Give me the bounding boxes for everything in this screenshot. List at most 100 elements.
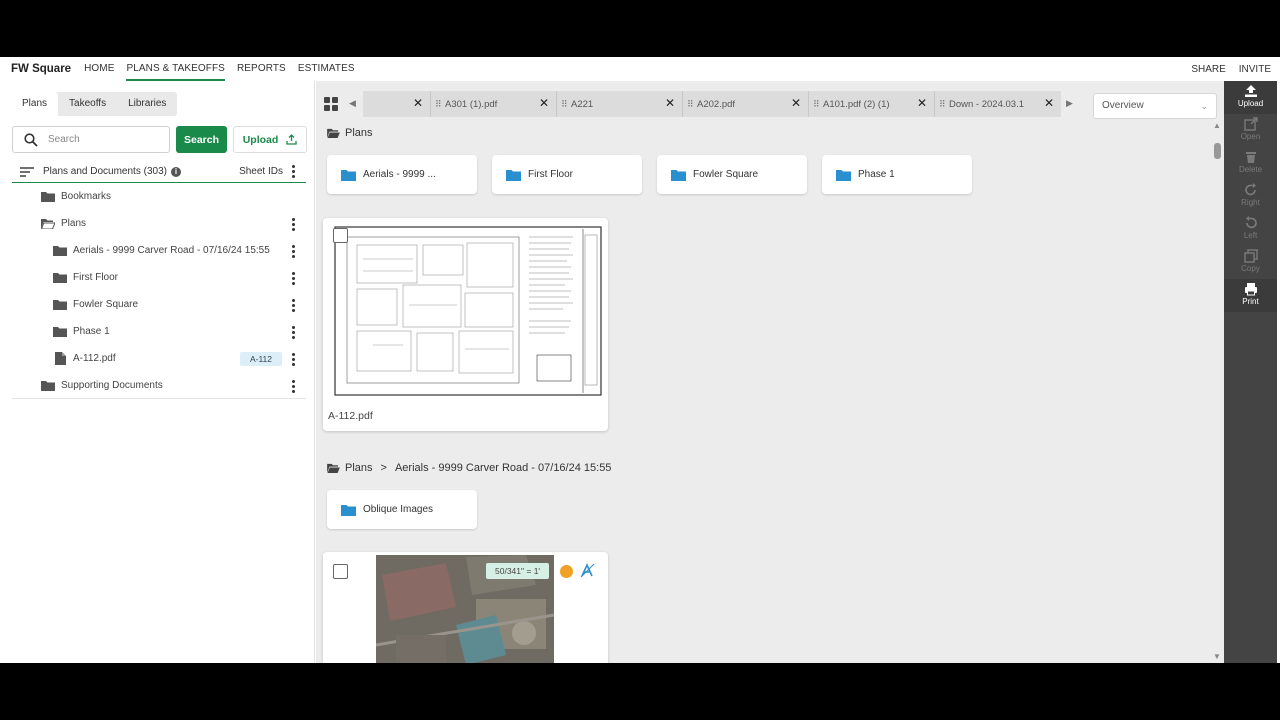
folder-card[interactable]: Phase 1 — [822, 155, 972, 194]
scroll-thumb[interactable] — [1214, 143, 1221, 159]
breadcrumb-item[interactable]: Aerials - 9999 Carver Road - 07/16/24 15… — [395, 462, 611, 474]
folder-card[interactable]: Aerials - 9999 ... — [327, 155, 477, 194]
search-input[interactable] — [48, 134, 158, 145]
scroll-up-icon[interactable]: ▲ — [1213, 121, 1221, 130]
drag-handle-icon[interactable]: ⠿ — [939, 99, 946, 110]
toolbar-rotate-left[interactable]: Left — [1224, 213, 1277, 246]
tab-plans[interactable]: Plans — [11, 92, 59, 116]
app: FW Square HOME PLANS & TAKEOFFS REPORTS … — [0, 57, 1280, 663]
sheet-ids-toggle[interactable]: Sheet IDs — [239, 166, 283, 177]
folder-card[interactable]: First Floor — [492, 155, 642, 194]
plan-card[interactable]: 50/341" = 1' — [323, 552, 608, 663]
document-tab[interactable]: ⠿ A202.pdf ✕ — [683, 91, 809, 117]
more-icon[interactable] — [292, 326, 295, 339]
document-tabs: ✕ ⠿ A301 (1).pdf ✕ ⠿ A221 ✕ ⠿ A202.pdf ✕ — [363, 91, 1061, 117]
tree-item-first-floor[interactable]: First Floor — [12, 264, 306, 291]
toolbar-rotate-right[interactable]: Right — [1224, 180, 1277, 213]
nav-home[interactable]: HOME — [84, 57, 114, 81]
close-icon[interactable]: ✕ — [917, 97, 927, 109]
close-icon[interactable]: ✕ — [1044, 97, 1054, 109]
nav-estimates[interactable]: ESTIMATES — [298, 57, 355, 81]
tree-item-label: Bookmarks — [61, 191, 112, 202]
folder-card[interactable]: Oblique Images — [327, 490, 477, 529]
brand-logo[interactable]: FW Square — [11, 63, 71, 75]
sort-icon[interactable] — [20, 166, 34, 177]
tab-label: A101.pdf (2) (1) — [823, 98, 890, 110]
document-tab[interactable]: ✕ — [363, 91, 431, 117]
plan-select-checkbox[interactable] — [333, 228, 348, 243]
tabs-scroll-right-icon[interactable]: ▶ — [1066, 98, 1073, 109]
folder-icon — [53, 300, 67, 310]
more-icon[interactable] — [292, 353, 295, 366]
tree-item-phase-1[interactable]: Phase 1 — [12, 318, 306, 345]
breadcrumb-item[interactable]: Plans — [345, 462, 373, 474]
folder-icon — [341, 504, 356, 516]
tab-libraries[interactable]: Libraries — [117, 92, 177, 116]
drag-handle-icon[interactable]: ⠿ — [687, 99, 694, 110]
plan-thumbnail — [334, 226, 602, 396]
more-icon[interactable] — [292, 380, 295, 393]
toolbar-upload[interactable]: Upload — [1224, 81, 1277, 114]
share-link[interactable]: SHARE — [1191, 64, 1225, 75]
more-icon[interactable] — [292, 245, 295, 258]
toolbar-label: Upload — [1237, 99, 1264, 108]
main-area: ◀ ✕ ⠿ A301 (1).pdf ✕ ⠿ A221 ✕ ⠿ A202.pdf… — [316, 81, 1224, 663]
folder-card-label: Phase 1 — [858, 169, 895, 180]
tree-item-bookmarks[interactable]: Bookmarks — [12, 183, 306, 210]
more-icon[interactable] — [292, 165, 295, 178]
scale-tool-icon[interactable] — [580, 563, 595, 578]
nav-plans-takeoffs[interactable]: PLANS & TAKEOFFS — [126, 57, 226, 81]
upload-button[interactable]: Upload — [233, 126, 307, 153]
breadcrumb-item[interactable]: Plans — [345, 127, 373, 139]
toolbar-print[interactable]: Print — [1224, 279, 1277, 312]
tab-takeoffs[interactable]: Takeoffs — [58, 92, 117, 116]
tree-item-aerials[interactable]: Aerials - 9999 Carver Road - 07/16/24 15… — [12, 237, 306, 264]
close-icon[interactable]: ✕ — [539, 97, 549, 109]
folder-icon — [41, 192, 55, 202]
toolbar-label: Print — [1242, 297, 1259, 306]
toolbar-open[interactable]: Open — [1224, 114, 1277, 147]
tree-title: Plans and Documents (303) — [43, 166, 167, 177]
tree-item-a112[interactable]: A-112.pdf A-112 — [12, 345, 306, 372]
plan-select-checkbox[interactable] — [333, 564, 348, 579]
more-icon[interactable] — [292, 218, 295, 231]
search-button[interactable]: Search — [176, 126, 227, 153]
toolbar-label: Delete — [1238, 165, 1263, 174]
document-tab[interactable]: ⠿ A101.pdf (2) (1) ✕ — [809, 91, 935, 117]
tree-item-label: First Floor — [73, 272, 118, 283]
content-scrollbar[interactable]: ▲ ▼ — [1211, 119, 1224, 663]
toolbar-copy[interactable]: Copy — [1224, 246, 1277, 279]
tabs-scroll-left-icon[interactable]: ◀ — [349, 98, 356, 109]
document-tab[interactable]: ⠿ Down - 2024.03.1 ✕ — [935, 91, 1061, 117]
tree-item-label: Aerials - 9999 Carver Road - 07/16/24 15… — [73, 245, 270, 256]
tree-item-fowler-square[interactable]: Fowler Square — [12, 291, 306, 318]
plan-name: A-112.pdf — [328, 410, 373, 422]
more-icon[interactable] — [292, 272, 295, 285]
plans-content: Plans Aerials - 9999 ... First Floor Fow… — [316, 119, 1211, 663]
toolbar-delete[interactable]: Delete — [1224, 147, 1277, 180]
drag-handle-icon[interactable]: ⠿ — [561, 99, 568, 110]
folder-open-icon — [327, 128, 340, 138]
tree-item-plans[interactable]: Plans — [12, 210, 306, 237]
drag-handle-icon[interactable]: ⠿ — [813, 99, 820, 110]
folder-card[interactable]: Fowler Square — [657, 155, 807, 194]
tree-item-supporting-documents[interactable]: Supporting Documents — [12, 372, 306, 399]
close-icon[interactable]: ✕ — [413, 97, 423, 109]
scale-label: 50/341" = 1' — [486, 563, 550, 579]
rotate-right-icon — [1244, 183, 1256, 196]
view-select[interactable]: Overview ⌄ — [1093, 93, 1217, 119]
plan-card[interactable]: A-112.pdf — [323, 218, 608, 431]
breadcrumb-separator: > — [380, 462, 387, 474]
document-tab[interactable]: ⠿ A301 (1).pdf ✕ — [431, 91, 557, 117]
invite-link[interactable]: INVITE — [1239, 64, 1271, 75]
drag-handle-icon[interactable]: ⠿ — [435, 99, 442, 110]
close-icon[interactable]: ✕ — [665, 97, 675, 109]
info-icon[interactable]: i — [170, 166, 181, 177]
scroll-down-icon[interactable]: ▼ — [1213, 652, 1221, 661]
more-icon[interactable] — [292, 299, 295, 312]
close-icon[interactable]: ✕ — [791, 97, 801, 109]
document-tab[interactable]: ⠿ A221 ✕ — [557, 91, 683, 117]
grid-view-icon[interactable] — [324, 97, 338, 111]
nav-reports[interactable]: REPORTS — [237, 57, 286, 81]
tab-label: A221 — [571, 98, 594, 110]
